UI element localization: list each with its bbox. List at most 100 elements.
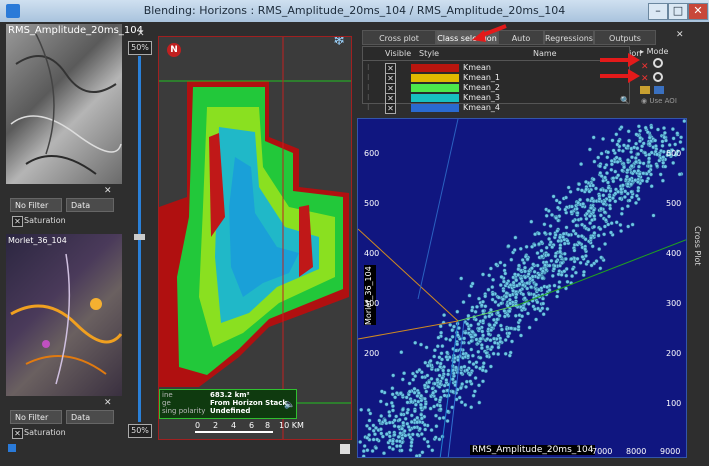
panel-2-saturation-label: Saturation bbox=[24, 428, 66, 437]
class-row[interactable]: ⁝ ✕ Kmean_2 bbox=[363, 83, 629, 94]
x-tick-label: 7000 bbox=[592, 447, 613, 456]
slider-close-icon[interactable]: ✕ bbox=[137, 29, 145, 39]
class-style-swatch[interactable] bbox=[411, 74, 459, 82]
annotation-arrow-row-2 bbox=[600, 69, 640, 83]
panel-1-close-icon[interactable]: ✕ bbox=[104, 186, 112, 196]
panel-1-saturation-checkbox[interactable]: ✕ bbox=[12, 216, 23, 227]
y-tick-label-right: 400 bbox=[666, 249, 682, 258]
save-icon[interactable] bbox=[654, 86, 664, 94]
visible-checkbox[interactable]: ✕ bbox=[385, 103, 396, 114]
y-tick-label-right: 300 bbox=[666, 299, 682, 308]
blend-slider-thumb[interactable] bbox=[134, 234, 145, 240]
class-row[interactable]: ⁝ ✕ Kmean_1 bbox=[363, 73, 629, 84]
y-tick-label-right: 500 bbox=[666, 199, 682, 208]
rms-amplitude-thumbnail[interactable] bbox=[6, 24, 122, 184]
class-style-swatch[interactable] bbox=[411, 64, 459, 72]
col-header-visible: Visible bbox=[385, 49, 412, 58]
scale-label-2: 2 bbox=[213, 421, 219, 430]
info-status: Undefined bbox=[210, 407, 251, 415]
tab-panel-close-icon[interactable]: ✕ bbox=[676, 30, 684, 40]
panel-2-label: Morlet_36_104 bbox=[8, 236, 67, 245]
window-title: Blending: Horizons : RMS_Amplitude_20ms_… bbox=[143, 4, 566, 17]
drag-handle-icon[interactable]: ⁝ bbox=[367, 73, 370, 83]
class-style-swatch[interactable] bbox=[411, 84, 459, 92]
tab-regressions[interactable]: Regressions bbox=[544, 30, 594, 45]
class-name: Kmean bbox=[463, 63, 491, 72]
resize-grip-icon[interactable] bbox=[340, 444, 350, 454]
use-aoi-label: Use AOI bbox=[649, 97, 677, 105]
drag-handle-icon[interactable]: ⁝ bbox=[367, 63, 370, 73]
scale-label-0: 0 bbox=[195, 421, 201, 430]
slider-bottom-value[interactable]: 50% bbox=[128, 424, 152, 438]
slider-top-value[interactable]: 50% bbox=[128, 41, 152, 55]
panel-2-data-select[interactable]: Data bbox=[66, 410, 114, 424]
link-icon-2[interactable] bbox=[653, 72, 663, 82]
y-tick-label-left: 300 bbox=[364, 299, 380, 308]
tab-cross-plot-creation[interactable]: Cross plot creation bbox=[362, 30, 436, 58]
y-tick-label-right: 600 bbox=[666, 149, 682, 158]
col-header-style: Style bbox=[419, 49, 440, 58]
status-icon[interactable] bbox=[8, 444, 16, 452]
annotation-arrow-tab bbox=[472, 24, 507, 42]
col-header-name: Name bbox=[533, 49, 557, 58]
class-row[interactable]: ⁝ ✕ Kmean_3 bbox=[363, 93, 629, 104]
x-axis-label: RMS_Amplitude_20ms_104 bbox=[470, 445, 596, 455]
y-tick-label-right: 200 bbox=[666, 349, 682, 358]
info-left-line-1: ine bbox=[162, 391, 173, 399]
info-source: From Horizon Stack bbox=[210, 399, 288, 407]
link-icon[interactable] bbox=[653, 58, 663, 68]
y-axis-label: Morlet_36_104 bbox=[364, 265, 376, 325]
class-row[interactable]: ⁝ ✕ Kmean bbox=[363, 63, 629, 74]
class-style-swatch[interactable] bbox=[411, 94, 459, 102]
panel-2-close-icon[interactable]: ✕ bbox=[104, 398, 112, 408]
folder-icon[interactable] bbox=[640, 86, 650, 94]
panel-1-label: RMS_Amplitude_20ms_104 bbox=[8, 25, 143, 36]
class-style-swatch[interactable] bbox=[411, 104, 459, 112]
y-tick-label-left: 600 bbox=[364, 149, 380, 158]
info-area: 683.2 km² bbox=[210, 391, 250, 399]
map-info-box: ine ge sing polarity 683.2 km² From Hori… bbox=[159, 389, 297, 419]
y-tick-label-left: 200 bbox=[364, 349, 380, 358]
panel-1-saturation-label: Saturation bbox=[24, 216, 66, 225]
snowflake-icon[interactable]: ❄ bbox=[333, 37, 346, 49]
tab-outputs-creation[interactable]: Outputs creation bbox=[594, 30, 656, 58]
remove-class-icon[interactable]: ✕ bbox=[641, 62, 649, 72]
class-name: Kmean_4 bbox=[463, 103, 501, 112]
y-tick-label-left: 500 bbox=[364, 199, 380, 208]
map-view[interactable]: N ❄ ine ge sing polarity 683.2 km² From … bbox=[158, 36, 352, 440]
scale-bar: 0 2 4 6 8 10 KM bbox=[195, 421, 305, 435]
info-left-line-2: ge bbox=[162, 399, 171, 407]
panel-2-saturation-checkbox[interactable]: ✕ bbox=[12, 428, 23, 439]
cross-plot-side-label: Cross Plot bbox=[693, 226, 702, 266]
speaker-icon[interactable]: 🔈 bbox=[284, 400, 295, 410]
magnify-icon[interactable]: 🔍 bbox=[620, 96, 630, 105]
x-tick-label: 8000 bbox=[626, 447, 647, 456]
point-cloud bbox=[358, 119, 686, 457]
maximize-button[interactable]: □ bbox=[668, 3, 688, 20]
use-aoi-option[interactable]: ◉ Use AOI bbox=[641, 97, 677, 105]
drag-handle-icon[interactable]: ⁝ bbox=[367, 103, 370, 113]
mode-label-text: Mode bbox=[646, 47, 669, 56]
morlet-thumbnail[interactable] bbox=[6, 234, 122, 396]
panel-1-data-select[interactable]: Data bbox=[66, 198, 114, 212]
class-name: Kmean_2 bbox=[463, 83, 501, 92]
class-name: Kmean_1 bbox=[463, 73, 501, 82]
scale-label-8: 8 bbox=[265, 421, 271, 430]
minimize-button[interactable]: – bbox=[648, 3, 668, 20]
annotation-arrow-row-1 bbox=[600, 53, 640, 67]
north-arrow-icon: N bbox=[167, 43, 181, 57]
drag-handle-icon[interactable]: ⁝ bbox=[367, 83, 370, 93]
scale-label-4: 4 bbox=[231, 421, 237, 430]
scale-label-6: 6 bbox=[249, 421, 255, 430]
close-button[interactable]: ✕ bbox=[688, 3, 708, 20]
y-tick-label-left: 400 bbox=[364, 249, 380, 258]
panel-1-filter-select[interactable]: No Filter bbox=[10, 198, 62, 212]
mode-label: ▸ Mode bbox=[640, 47, 669, 56]
class-row[interactable]: ⁝ ✕ Kmean_4 bbox=[363, 103, 629, 114]
drag-handle-icon[interactable]: ⁝ bbox=[367, 93, 370, 103]
x-tick-label: 9000 bbox=[660, 447, 681, 456]
remove-class-icon-2[interactable]: ✕ bbox=[641, 74, 649, 84]
panel-2-filter-select[interactable]: No Filter bbox=[10, 410, 62, 424]
class-name: Kmean_3 bbox=[463, 93, 501, 102]
cross-plot[interactable]: Morlet_36_104 RMS_Amplitude_20ms_104 600… bbox=[357, 118, 687, 458]
